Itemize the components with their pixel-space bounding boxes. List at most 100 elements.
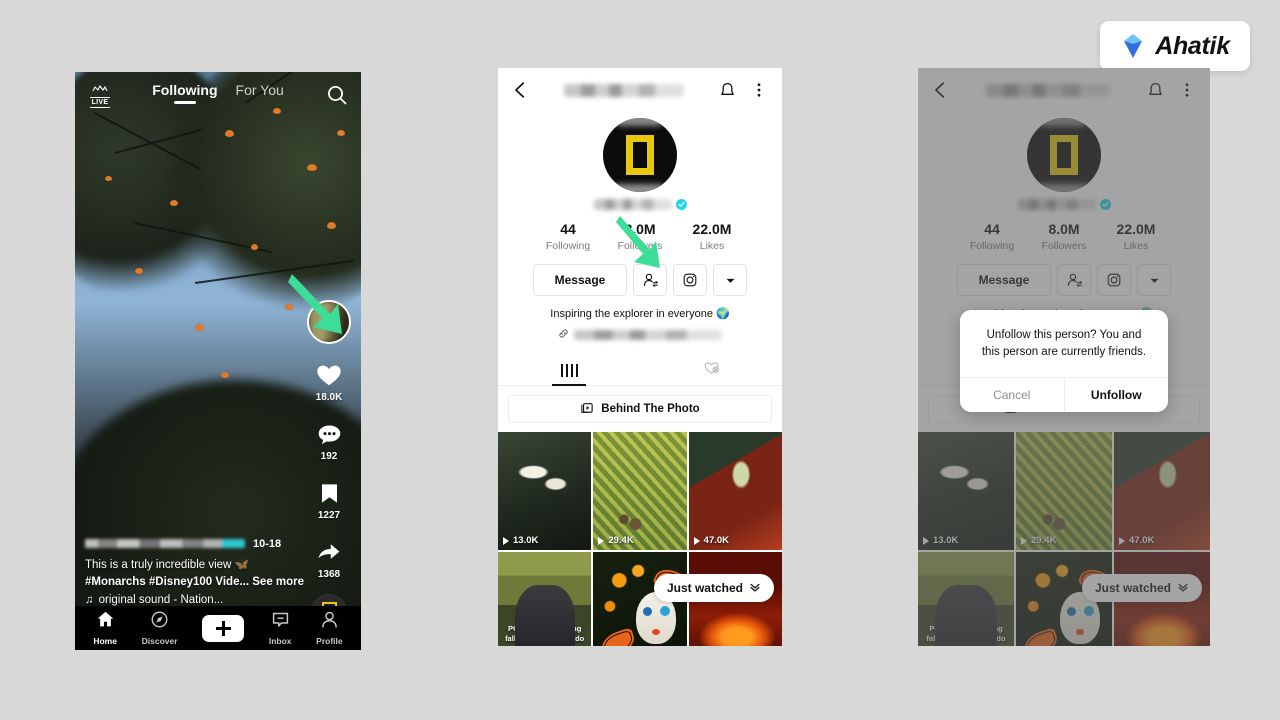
- private-liked-icon: [703, 359, 720, 381]
- chevron-down-icon[interactable]: [713, 264, 747, 296]
- follow-status-button[interactable]: [633, 264, 667, 296]
- dialog-buttons: Cancel Unfollow: [960, 376, 1169, 412]
- profile-link-row[interactable]: [498, 326, 782, 344]
- creator-avatar[interactable]: [307, 300, 351, 344]
- nav-item-profile[interactable]: Profile: [316, 610, 343, 646]
- nav-item-discover[interactable]: Discover: [142, 610, 178, 646]
- stat-likes-value: 22.0M: [692, 221, 732, 237]
- view-count-2: 29.4K: [598, 535, 634, 546]
- home-icon: [96, 610, 115, 634]
- stat-likes[interactable]: 22.0M Likes: [676, 221, 748, 252]
- screenshot-canvas: Ahatik LIVE Following For You 18.0K 192 …: [0, 0, 1280, 720]
- diamond-chevron-logo-icon: [1120, 33, 1146, 59]
- bookmark-action[interactable]: 1227: [314, 478, 344, 521]
- profile-bio: Inspiring the explorer in everyone 🌍: [550, 308, 730, 320]
- just-watched-pill[interactable]: Just watched: [653, 574, 774, 602]
- tab-private-liked[interactable]: [640, 355, 782, 385]
- message-button[interactable]: Message: [533, 264, 627, 296]
- like-count: 18.0K: [315, 392, 343, 403]
- view-count-1: 13.0K: [503, 535, 538, 546]
- instagram-icon[interactable]: [673, 264, 707, 296]
- bottom-nav: Home Discover Inbox Profile: [75, 606, 361, 650]
- nav-item-home[interactable]: Home: [93, 610, 117, 646]
- natgeo-avatar-icon[interactable]: [603, 118, 677, 192]
- compass-icon: [150, 610, 169, 634]
- grid-cell-1[interactable]: 13.0K: [498, 432, 592, 550]
- inbox-icon: [271, 610, 290, 634]
- comment-icon: [314, 419, 344, 449]
- tiktok-profile-screen: 44 Following 8.0M Followers 22.0M Likes …: [498, 68, 782, 646]
- view-count-3: 47.0K: [693, 535, 729, 546]
- double-chevron-down-icon: [749, 581, 761, 596]
- cancel-button[interactable]: Cancel: [960, 377, 1065, 412]
- sound-name: original sound - Nation...: [98, 594, 224, 606]
- tab-for-you[interactable]: For You: [236, 82, 284, 104]
- profile-actions: Message: [498, 264, 782, 296]
- plus-icon: [215, 620, 231, 636]
- nav-item-inbox[interactable]: Inbox: [269, 610, 292, 646]
- playlist-label: Behind The Photo: [601, 403, 700, 415]
- back-arrow-icon[interactable]: [510, 79, 532, 101]
- stat-followers-label: Followers: [617, 240, 663, 252]
- heart-icon: [314, 360, 344, 390]
- feed-topbar: LIVE Following For You: [75, 72, 361, 120]
- just-watched-label: Just watched: [666, 581, 743, 595]
- brand-name: Ahatik: [1155, 31, 1230, 60]
- link-icon: [558, 326, 569, 344]
- verified-badge-icon: [675, 199, 687, 210]
- caption-line-2: #Monarchs #Disney100 Vide... See more: [85, 574, 351, 591]
- caption-hashtags[interactable]: #Monarchs #Disney100 Vide...: [85, 576, 249, 588]
- playlist-button[interactable]: Behind The Photo: [508, 395, 772, 423]
- bell-icon[interactable]: [716, 79, 738, 101]
- tiktok-profile-screen-unfollow-dialog: 44 Following 8.0M Followers 22.0M Likes …: [918, 68, 1210, 646]
- person-icon: [320, 610, 339, 634]
- caption-line-1: This is a truly incredible view 🦋: [85, 558, 249, 571]
- playlist-icon: [580, 401, 594, 418]
- stat-following[interactable]: 44 Following: [532, 221, 604, 252]
- bookmark-icon: [314, 478, 344, 508]
- feed-caption-block: 10-18 This is a truly incredible view 🦋 …: [75, 538, 361, 606]
- stat-following-value: 44: [560, 221, 576, 237]
- stat-likes-label: Likes: [699, 240, 725, 252]
- feed-tabs: Following For You: [75, 82, 361, 104]
- grid-icon: [560, 363, 578, 377]
- nav-label-home: Home: [93, 636, 117, 646]
- video-timestamp: 10-18: [253, 537, 282, 550]
- three-dot-menu-icon[interactable]: [748, 79, 770, 101]
- grid-cell-4-caption: POV: Photographing fall colors in Colora…: [505, 623, 585, 643]
- unfollow-button[interactable]: Unfollow: [1065, 378, 1169, 412]
- grid-cell-2[interactable]: 29.4K: [593, 432, 687, 550]
- grid-cell-4[interactable]: POV: Photographing fall colors in Colora…: [498, 552, 592, 646]
- brand-badge: Ahatik: [1100, 21, 1250, 71]
- nav-label-inbox: Inbox: [268, 636, 292, 646]
- nav-label-profile: Profile: [316, 636, 343, 646]
- profile-username: [542, 83, 706, 97]
- nav-label-discover: Discover: [141, 636, 178, 646]
- stat-following-label: Following: [545, 240, 591, 252]
- dialog-message: Unfollow this person? You and this perso…: [981, 329, 1147, 359]
- create-video-button[interactable]: [198, 614, 249, 642]
- comment-count: 192: [320, 451, 338, 462]
- profile-tabs: [498, 355, 782, 386]
- comment-action[interactable]: 192: [314, 419, 344, 462]
- tiktok-feed-screen: LIVE Following For You 18.0K 192 1227 13…: [75, 72, 361, 650]
- sound-row[interactable]: ♫ original sound - Nation...: [85, 594, 351, 606]
- tab-following[interactable]: Following: [152, 82, 217, 104]
- search-icon[interactable]: [326, 84, 348, 106]
- profile-avatar-wrap: [498, 118, 782, 192]
- profile-stats: 44 Following 8.0M Followers 22.0M Likes: [498, 221, 782, 252]
- see-more-link[interactable]: See more: [252, 576, 304, 588]
- stat-followers-value: 8.0M: [624, 221, 656, 237]
- video-progress-bar[interactable]: [85, 539, 245, 548]
- profile-body: 44 Following 8.0M Followers 22.0M Likes …: [498, 68, 782, 646]
- grid-cell-3[interactable]: 47.0K: [688, 432, 782, 550]
- music-note-icon: ♫: [85, 594, 94, 606]
- unfollow-confirm-dialog: Unfollow this person? You and this perso…: [960, 310, 1168, 412]
- stat-followers[interactable]: 8.0M Followers: [604, 221, 676, 252]
- profile-topbar: [498, 68, 782, 112]
- tab-videos-grid[interactable]: [498, 355, 640, 385]
- video-grid: 13.0K 29.4K 47.0K POV: Photographing fal…: [498, 432, 782, 646]
- video-progress-row[interactable]: 10-18: [85, 538, 351, 550]
- bookmark-count: 1227: [317, 510, 341, 521]
- like-action[interactable]: 18.0K: [314, 360, 344, 403]
